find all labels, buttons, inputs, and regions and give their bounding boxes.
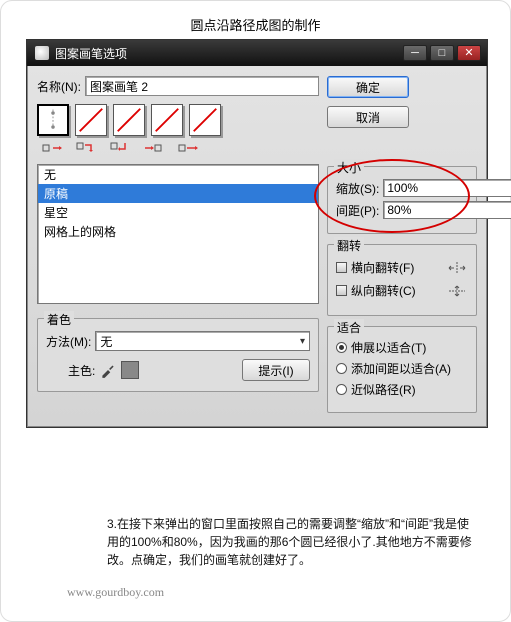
key-color-swatch[interactable] <box>121 361 139 379</box>
list-item[interactable]: 原稿 <box>38 184 318 203</box>
fit-stretch-radio[interactable] <box>336 342 347 353</box>
fit-addspace-radio[interactable] <box>336 363 347 374</box>
pattern-brush-dialog: 图案画笔选项 ─ □ ✕ 名称(N): <box>26 39 488 428</box>
size-legend: 大小 <box>334 159 364 176</box>
chevron-down-icon: ▾ <box>300 336 305 347</box>
close-button[interactable]: ✕ <box>457 45 481 61</box>
tile-side[interactable] <box>37 104 69 136</box>
role-inner-icon <box>107 140 135 156</box>
scale-label: 缩放(S): <box>336 180 379 197</box>
method-select[interactable]: 无 ▾ <box>95 331 310 351</box>
list-item[interactable]: 星空 <box>38 203 318 222</box>
role-outer-icon <box>73 140 101 156</box>
eyedropper-icon[interactable] <box>99 361 117 379</box>
tile-previews <box>37 104 319 136</box>
spacing-input[interactable] <box>383 201 511 219</box>
fit-stretch-label: 伸展以适合(T) <box>351 339 426 356</box>
key-color-label: 主色: <box>68 362 95 379</box>
tint-legend: 着色 <box>44 311 74 328</box>
fit-approx-radio[interactable] <box>336 384 347 395</box>
tile-outer-corner[interactable] <box>75 104 107 136</box>
fit-approx-label: 近似路径(R) <box>351 381 416 398</box>
scale-input[interactable] <box>383 179 511 197</box>
watermark: www.gourdboy.com <box>67 585 164 600</box>
list-item[interactable]: 无 <box>38 165 318 184</box>
maximize-button[interactable]: □ <box>430 45 454 61</box>
tile-role-icons <box>37 140 319 156</box>
app-icon <box>35 46 49 60</box>
name-label: 名称(N): <box>37 78 81 95</box>
role-side-icon <box>39 140 67 156</box>
tips-button[interactable]: 提示(I) <box>242 359 310 381</box>
tutorial-footnote: 3.在接下来弹出的窗口里面按照自己的需要调整“缩放”和“间距”我是使用的100%… <box>107 515 477 569</box>
tile-inner-corner[interactable] <box>113 104 145 136</box>
flip-v-icon <box>446 284 468 298</box>
size-group: 大小 缩放(S): 间距(P): <box>327 166 477 234</box>
flip-group: 翻转 横向翻转(F) 纵向翻转(C) <box>327 244 477 316</box>
pattern-list[interactable]: 无 原稿 星空 网格上的网格 <box>37 164 319 304</box>
flip-v-label: 纵向翻转(C) <box>351 282 416 299</box>
page-title: 圆点沿路径成图的制作 <box>1 1 510 44</box>
tile-end[interactable] <box>189 104 221 136</box>
spacing-label: 间距(P): <box>336 202 379 219</box>
flip-h-label: 横向翻转(F) <box>351 259 414 276</box>
method-value: 无 <box>100 333 112 350</box>
name-input[interactable] <box>85 76 319 96</box>
role-start-icon <box>141 140 169 156</box>
dialog-title: 图案画笔选项 <box>55 45 400 62</box>
fit-addspace-label: 添加间距以适合(A) <box>351 360 451 377</box>
ok-button[interactable]: 确定 <box>327 76 409 98</box>
tint-group: 着色 方法(M): 无 ▾ 主色: 提示(I) <box>37 318 319 392</box>
fit-legend: 适合 <box>334 319 364 336</box>
titlebar: 图案画笔选项 ─ □ ✕ <box>27 40 487 66</box>
fit-group: 适合 伸展以适合(T) 添加间距以适合(A) 近似路径(R) <box>327 326 477 413</box>
method-label: 方法(M): <box>46 333 91 350</box>
role-end-icon <box>175 140 203 156</box>
list-item[interactable]: 网格上的网格 <box>38 222 318 241</box>
minimize-button[interactable]: ─ <box>403 45 427 61</box>
flip-v-checkbox[interactable] <box>336 285 347 296</box>
cancel-button[interactable]: 取消 <box>327 106 409 128</box>
flip-h-icon <box>446 261 468 275</box>
flip-h-checkbox[interactable] <box>336 262 347 273</box>
tile-start[interactable] <box>151 104 183 136</box>
flip-legend: 翻转 <box>334 237 364 254</box>
